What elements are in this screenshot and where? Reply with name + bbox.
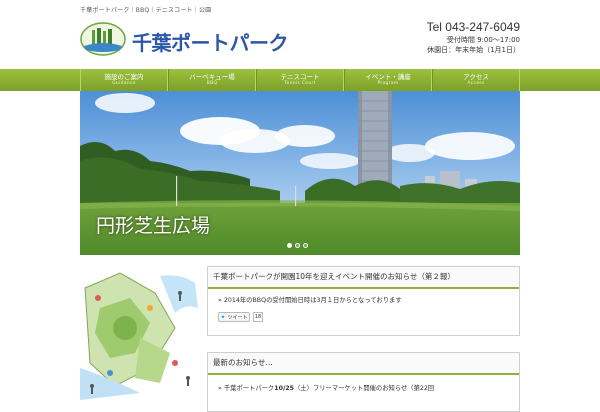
nav-label-en: Program [377, 81, 399, 86]
nav-item-access[interactable]: アクセス Access [432, 69, 520, 91]
park-logo-icon [80, 22, 126, 56]
news-item-bbq[interactable]: » 2014年のBBQの受付開始日時は3月１日からとなっております [208, 289, 519, 304]
nav-label-jp: イベント・講座 [365, 73, 411, 81]
nav-label-jp: アクセス [463, 73, 489, 81]
nav-label-jp: 施設のご案内 [104, 73, 144, 81]
tweet-label: ツイート [227, 314, 248, 321]
nav-item-guidance[interactable]: 施設のご案内 Guidance [80, 69, 168, 91]
nav-label-jp: バーベキュー場 [189, 73, 235, 81]
news-item-prefix: » 千葉ポートパーク [218, 385, 275, 392]
tweet-button[interactable]: ✦ ツイート [218, 312, 250, 322]
twitter-bird-icon: ✦ [220, 313, 226, 321]
nav-label-jp: テニスコート [280, 73, 320, 81]
nav-label-en: BBQ [206, 81, 218, 86]
slide-dot-3[interactable] [303, 243, 308, 248]
news-box-featured: 千葉ポートパークが開園10年を迎えイベント開催のお知らせ（第２報） » 2014… [207, 266, 520, 336]
nav-label-en: Tennis Court [284, 81, 316, 86]
news-item-suffix: （土）フリーマーケット開催のお知らせ（第22回 [294, 385, 435, 392]
news-item-date: 10/25 [274, 385, 295, 392]
news-box-title[interactable]: 千葉ポートパークが開園10年を迎えイベント開催のお知らせ（第２報） [208, 267, 519, 289]
slideshow-pagination [287, 243, 308, 248]
slide-dot-1[interactable] [287, 243, 292, 248]
news-box-latest: 最新のお知らせ… » 千葉ポートパーク10/25（土）フリーマーケット開催のお知… [207, 352, 520, 412]
closed-days: 休園日：年末年始（1月1日） [427, 46, 520, 54]
latest-news-title: 最新のお知らせ… [208, 353, 519, 375]
business-hours: 受付時間 9:00～17:00 [446, 36, 520, 44]
nav-label-en: Access [467, 81, 485, 86]
site-tagline: 千葉ポートパーク｜BBQ｜テニスコート｜公園 [80, 7, 212, 14]
nav-item-bbq[interactable]: バーベキュー場 BBQ [168, 69, 256, 91]
park-map-image [80, 268, 198, 400]
slide-dot-2[interactable] [295, 243, 300, 248]
logo-text: 千葉ポートパーク [132, 31, 289, 55]
main-nav: 施設のご案内 Guidance バーベキュー場 BBQ テニスコート Tenni… [80, 69, 520, 91]
news-item-flea-market[interactable]: » 千葉ポートパーク10/25（土）フリーマーケット開催のお知らせ（第22回 [208, 375, 519, 392]
nav-label-en: Guidance [112, 81, 136, 86]
nav-item-tennis[interactable]: テニスコート Tennis Court [256, 69, 344, 91]
main-nav-bar: 施設のご案内 Guidance バーベキュー場 BBQ テニスコート Tenni… [0, 69, 600, 91]
site-logo[interactable]: 千葉ポートパーク [80, 22, 310, 58]
phone-number[interactable]: Tel 043-247-6049 [427, 20, 520, 34]
park-map-thumbnail[interactable] [80, 268, 198, 400]
nav-item-program[interactable]: イベント・講座 Program [344, 69, 432, 91]
tweet-count: 18 [253, 312, 263, 322]
hero-caption: 円形芝生広場 [96, 215, 211, 237]
